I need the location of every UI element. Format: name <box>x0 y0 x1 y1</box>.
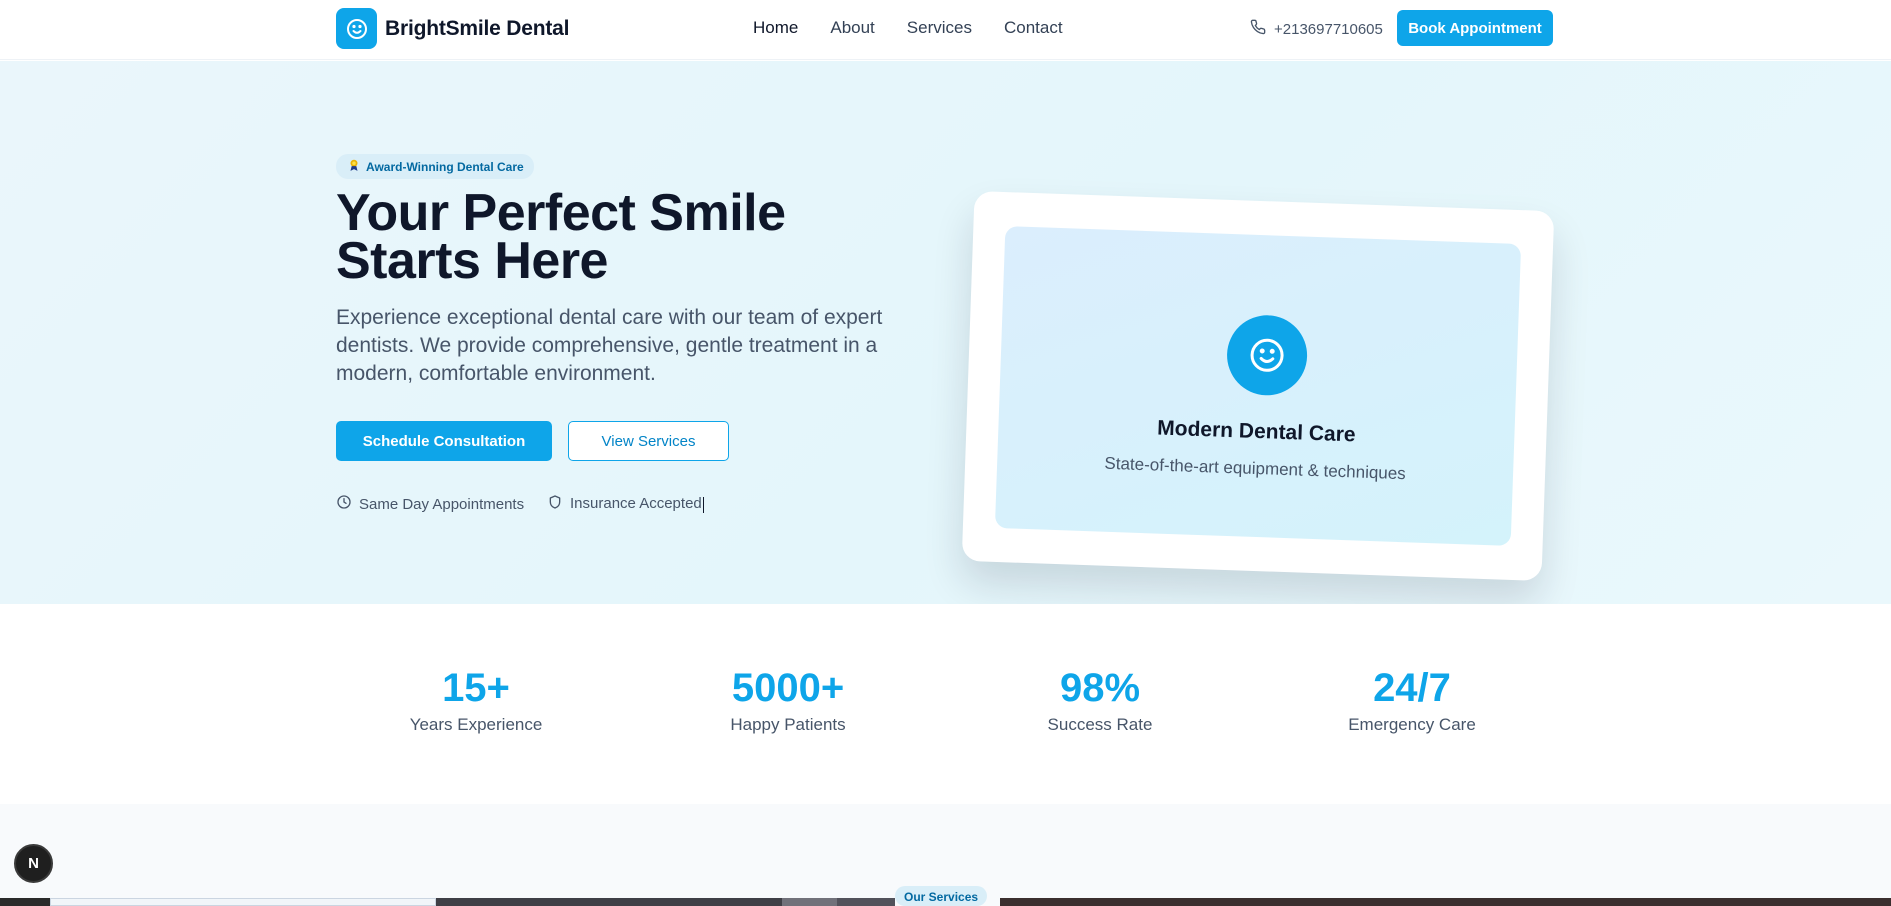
nav-link-home[interactable]: Home <box>753 18 798 38</box>
stat-label: Success Rate <box>1047 715 1153 734</box>
image-strip <box>50 898 436 906</box>
card-title: Modern Dental Care <box>1156 416 1356 447</box>
stats-section: 15+ Years Experience 5000+ Happy Patient… <box>0 604 1891 804</box>
stat-value: 15+ <box>442 666 510 710</box>
nav-link-services[interactable]: Services <box>907 18 972 38</box>
hero-title-line-2: Starts Here <box>336 232 608 290</box>
nav-link-about[interactable]: About <box>830 18 874 38</box>
feature-label: Insurance Accepted <box>570 495 704 513</box>
brand-name: BrightSmile Dental <box>385 16 570 40</box>
stat-value: 98% <box>1059 666 1141 710</box>
award-icon <box>347 158 361 175</box>
phone-number: +213697710605 <box>1274 20 1383 38</box>
stat-item: 24/7 Emergency Care <box>1292 664 1532 735</box>
clock-icon <box>336 494 352 514</box>
nav-link-contact[interactable]: Contact <box>1004 18 1063 38</box>
image-strip <box>837 898 895 906</box>
site-header: BrightSmile Dental Home About Services C… <box>0 0 1891 60</box>
stat-value: 24/7 <box>1373 666 1451 710</box>
hero-card-panel: Modern Dental Care State-of-the-art equi… <box>994 226 1522 546</box>
stat-label: Happy Patients <box>730 715 846 734</box>
hero-description: Experience exceptional dental care with … <box>336 306 883 385</box>
hero-title: Your Perfect Smile Starts Here <box>336 187 896 287</box>
hero-section: Award-Winning Dental Care Your Perfect S… <box>0 61 1891 604</box>
feature-insurance: Insurance Accepted <box>547 494 704 514</box>
hero-card: Modern Dental Care State-of-the-art equi… <box>961 190 1555 582</box>
image-strip <box>1000 898 1891 906</box>
image-strip <box>436 898 782 906</box>
services-section: Our Services <box>0 804 1891 906</box>
stat-item: 98% Success Rate <box>980 664 1220 735</box>
services-badge: Our Services <box>895 886 988 906</box>
smile-icon <box>1225 313 1309 397</box>
smile-logo-icon <box>336 8 377 49</box>
stat-item: 5000+ Happy Patients <box>668 664 908 735</box>
image-strip <box>782 898 837 906</box>
stat-value: 5000+ <box>731 666 845 710</box>
main-nav: Home About Services Contact <box>753 18 1063 38</box>
shield-icon <box>547 494 563 514</box>
phone-link[interactable]: +213697710605 <box>1250 19 1383 39</box>
card-subtitle: State-of-the-art equipment & techniques <box>1104 453 1407 484</box>
image-strip <box>0 898 50 906</box>
schedule-consultation-button[interactable]: Schedule Consultation <box>336 421 552 461</box>
stat-item: 15+ Years Experience <box>356 664 596 735</box>
stat-label: Years Experience <box>409 715 543 734</box>
phone-icon <box>1250 19 1266 39</box>
brand-logo-link[interactable]: BrightSmile Dental <box>336 8 569 49</box>
award-badge-label: Award-Winning Dental Care <box>366 159 524 174</box>
view-services-button[interactable]: View Services <box>568 421 729 461</box>
feature-label: Same Day Appointments <box>359 495 525 513</box>
feature-same-day: Same Day Appointments <box>336 494 524 514</box>
book-appointment-button[interactable]: Book Appointment <box>1397 10 1553 46</box>
dev-tools-indicator-icon[interactable]: N <box>14 844 53 883</box>
award-badge: Award-Winning Dental Care <box>336 154 534 179</box>
stat-label: Emergency Care <box>1348 715 1476 734</box>
